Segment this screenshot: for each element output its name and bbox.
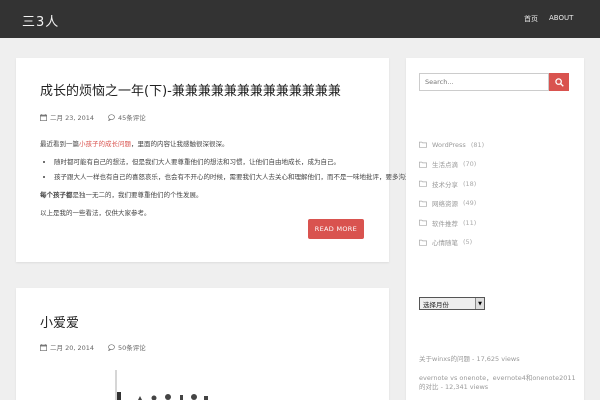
post-meta: 二月 20, 2014 50条评论: [40, 342, 146, 352]
read-more-button[interactable]: READ MORE: [307, 219, 364, 239]
category-item[interactable]: 心情随笔 (5): [419, 233, 484, 253]
category-name: 软件推荐: [432, 219, 458, 228]
category-count: (5): [463, 238, 473, 247]
nav-about-link[interactable]: ABOUT: [549, 14, 573, 22]
post-title[interactable]: 成长的烦恼之一年(下)-兼兼兼兼兼兼兼兼兼兼兼兼兼: [40, 80, 341, 99]
site-brand[interactable]: 三3人: [22, 11, 59, 30]
post-date: 二月 20, 2014: [50, 344, 95, 352]
folder-icon: [419, 219, 427, 226]
popular-post-link[interactable]: 关于winxs的问题 - 17,625 views: [419, 355, 579, 364]
excerpt-paragraph: 最近看到一篇小孩子的成长问题，里面的内容让我感触很深很深。: [40, 138, 375, 148]
category-name: 心情随笔: [432, 239, 458, 248]
calendar-icon: [40, 113, 47, 121]
category-count: (18): [463, 179, 477, 188]
comment-icon: [108, 343, 115, 351]
excerpt-paragraph: 每个孩子都是独一无二的，我们要尊重他们的个性发展。: [40, 189, 375, 199]
popular-posts: 关于winxs的问题 - 17,625 views evernote vs on…: [419, 355, 579, 400]
sidebar: WordPress (81) 生活点滴 (70) 技术分享 (18) 网络资源 …: [406, 58, 584, 400]
post-card: 小爱爱 二月 20, 2014 50条评论: [16, 288, 389, 400]
post-card: 成长的烦恼之一年(下)-兼兼兼兼兼兼兼兼兼兼兼兼兼 二月 23, 2014 45…: [16, 58, 451, 262]
category-item[interactable]: WordPress (81): [419, 135, 484, 155]
chevron-down-icon: ▼: [475, 298, 484, 309]
category-list: WordPress (81) 生活点滴 (70) 技术分享 (18) 网络资源 …: [419, 135, 484, 252]
folder-icon: [419, 200, 427, 207]
search-input[interactable]: [419, 73, 549, 91]
category-count: (49): [463, 199, 477, 208]
category-count: (70): [463, 160, 477, 169]
category-name: WordPress: [432, 140, 466, 149]
folder-icon: [419, 141, 427, 148]
folder-icon: [419, 239, 427, 246]
folder-icon: [419, 161, 427, 168]
category-name: 技术分享: [432, 180, 458, 189]
category-name: 生活点滴: [432, 161, 458, 170]
category-name: 网络资源: [432, 200, 458, 209]
excerpt-bold-text: 每个孩子都: [40, 191, 73, 199]
post-title[interactable]: 小爱爱: [40, 312, 79, 331]
search-button[interactable]: [549, 73, 569, 91]
excerpt-list: 随时都可能有自己的想法，但是我们大人要尊重他们的想法和习惯，让他们自由地成长，成…: [54, 156, 451, 181]
archive-dropdown[interactable]: 选择月份 ▼: [419, 297, 485, 310]
post-excerpt: 最近看到一篇小孩子的成长问题，里面的内容让我感触很深很深。 随时都可能有自己的想…: [40, 138, 451, 225]
popular-post-link[interactable]: evernote vs onenote，evernote4和onenote201…: [419, 374, 579, 392]
post-meta: 二月 23, 2014 45条评论: [40, 112, 146, 122]
top-navbar: 三3人 首页 ABOUT: [0, 0, 600, 38]
folder-icon: [419, 180, 427, 187]
post-image: [115, 370, 208, 400]
excerpt-link[interactable]: 小孩子的成长问题: [79, 140, 131, 148]
list-item: 孩子跟大人一样也有自己的喜怒哀乐，也会有不开心的时候，需要我们大人去关心和理解他…: [54, 171, 451, 181]
nav-home-link[interactable]: 首页: [524, 14, 538, 24]
category-item[interactable]: 网络资源 (49): [419, 194, 484, 214]
excerpt-text: 是独一无二的，我们要尊重他们的个性发展。: [72, 191, 203, 199]
comment-icon: [108, 113, 115, 121]
category-item[interactable]: 技术分享 (18): [419, 174, 484, 194]
excerpt-text: ，里面的内容让我感触很深很深。: [131, 140, 229, 148]
excerpt-text: 最近看到一篇: [40, 140, 79, 148]
list-item: 随时都可能有自己的想法，但是我们大人要尊重他们的想法和习惯，让他们自由地成长，成…: [54, 156, 375, 166]
post-comments-link[interactable]: 50条评论: [118, 342, 146, 352]
post-date: 二月 23, 2014: [50, 114, 95, 122]
category-count: (81): [470, 140, 485, 149]
category-item[interactable]: 软件推荐 (11): [419, 213, 484, 233]
category-item[interactable]: 生活点滴 (70): [419, 155, 484, 175]
archive-dropdown-value: 选择月份: [423, 300, 449, 309]
calendar-icon: [40, 343, 47, 351]
post-comments-link[interactable]: 45条评论: [118, 112, 146, 122]
excerpt-paragraph: 以上是我的一些看法，仅供大家参考。: [40, 209, 151, 217]
category-count: (11): [463, 218, 477, 227]
search-icon: [554, 77, 564, 87]
